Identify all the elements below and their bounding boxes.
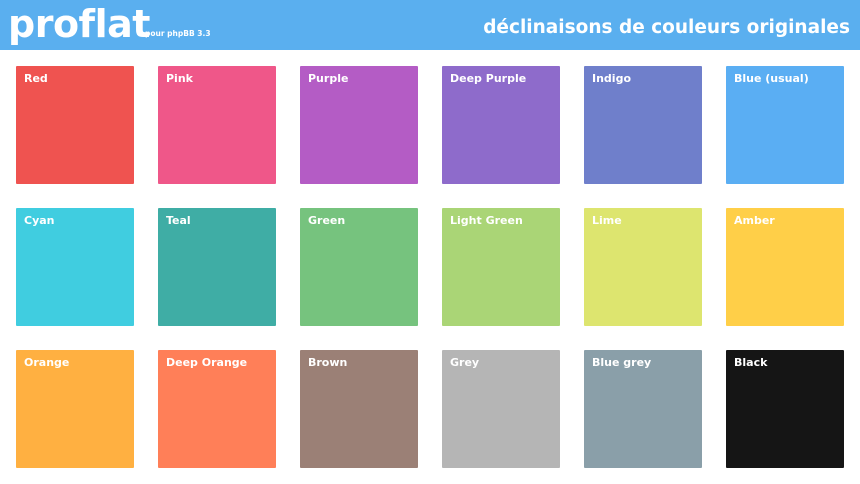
header-bar: proflat pour phpBB 3.3 déclinaisons de c… [0, 0, 860, 50]
swatch-grey: Grey [442, 350, 560, 468]
swatch-label: Black [734, 356, 768, 369]
swatch-label: Red [24, 72, 48, 85]
swatch-cyan: Cyan [16, 208, 134, 326]
swatch-label: Green [308, 214, 346, 227]
swatch-label: Teal [166, 214, 191, 227]
swatch-label: Deep Purple [450, 72, 527, 85]
swatch-blue-usual: Blue (usual) [726, 66, 844, 184]
swatch-indigo: Indigo [584, 66, 702, 184]
swatch-black: Black [726, 350, 844, 468]
swatch-label: Light Green [450, 214, 523, 227]
color-swatch-grid: Red Pink Purple Deep Purple Indigo Blue … [16, 66, 844, 468]
swatch-light-green: Light Green [442, 208, 560, 326]
swatch-deep-purple: Deep Purple [442, 66, 560, 184]
swatch-green: Green [300, 208, 418, 326]
swatch-label: Indigo [592, 72, 631, 85]
swatch-purple: Purple [300, 66, 418, 184]
swatch-label: Blue grey [592, 356, 652, 369]
swatch-label: Deep Orange [166, 356, 248, 369]
swatch-label: Cyan [24, 214, 55, 227]
page-subtitle: déclinaisons de couleurs originales [483, 17, 850, 38]
swatch-pink: Pink [158, 66, 276, 184]
swatch-amber: Amber [726, 208, 844, 326]
swatch-deep-orange: Deep Orange [158, 350, 276, 468]
swatch-lime: Lime [584, 208, 702, 326]
swatch-label: Pink [166, 72, 193, 85]
swatch-label: Amber [734, 214, 775, 227]
tagline: pour phpBB 3.3 [145, 29, 211, 38]
swatch-teal: Teal [158, 208, 276, 326]
swatch-label: Blue (usual) [734, 72, 809, 85]
swatch-blue-grey: Blue grey [584, 350, 702, 468]
swatch-label: Lime [592, 214, 622, 227]
swatch-brown: Brown [300, 350, 418, 468]
swatch-red: Red [16, 66, 134, 184]
swatch-orange: Orange [16, 350, 134, 468]
logo: proflat [8, 2, 150, 46]
swatch-label: Purple [308, 72, 349, 85]
swatch-label: Grey [450, 356, 480, 369]
swatch-label: Orange [24, 356, 70, 369]
swatch-label: Brown [308, 356, 348, 369]
